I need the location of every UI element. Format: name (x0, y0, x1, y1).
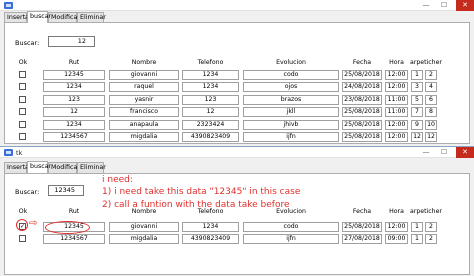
cell-telefono[interactable]: 2323424 (182, 119, 239, 130)
cell-fecha[interactable]: 27/08/2018 (342, 234, 382, 245)
cell-hora[interactable]: 09:00 (385, 234, 408, 245)
maximize-button[interactable]: ☐ (436, 147, 452, 158)
highlight-ellipse (45, 221, 90, 234)
tk-app-icon (4, 149, 13, 156)
checkbox-highlight-circle (16, 219, 28, 231)
cell-extra-1[interactable]: 9 (411, 119, 423, 130)
cell-rut[interactable]: 12345 (43, 70, 105, 80)
cell-rut[interactable]: 1234 (43, 82, 105, 93)
row-checkbox[interactable] (19, 95, 26, 103)
cell-evolucion[interactable]: brazos (243, 94, 339, 105)
annotation-step-2: 2) call a funtion with the data take bef… (102, 200, 290, 210)
cell-nombre[interactable]: anapaula (109, 119, 179, 130)
cell-hora[interactable]: 12:00 (385, 82, 408, 93)
cell-telefono[interactable]: 123 (182, 94, 239, 105)
window-title: tk (16, 149, 23, 157)
cell-evolucion[interactable]: jkll (243, 107, 339, 118)
cell-nombre[interactable]: migdalia (109, 132, 179, 142)
cell-fecha[interactable]: 25/08/2018 (342, 70, 382, 80)
cell-telefono[interactable]: 4390823409 (182, 234, 239, 245)
cell-rut[interactable]: 1234567 (43, 234, 105, 245)
search-panel: Buscar: 12 Ok Rut Nombre Telefono Evolucion F… (4, 22, 470, 144)
cell-evolucion[interactable]: ijfn (243, 132, 339, 142)
cell-extra-2[interactable]: 6 (425, 94, 437, 105)
cell-telefono[interactable]: 1234 (182, 82, 239, 93)
tab-eliminar[interactable]: Eliminar (77, 162, 106, 173)
cell-rut[interactable]: 12 (43, 107, 105, 118)
cell-nombre[interactable]: raquel (109, 82, 179, 93)
tab-buscar[interactable]: buscar (27, 11, 51, 23)
cell-evolucion[interactable]: codo (243, 70, 339, 80)
annotation-title: i need: (102, 175, 133, 185)
cell-nombre[interactable]: francisco (109, 107, 179, 118)
minimize-button[interactable]: — (418, 147, 434, 158)
cell-extra-1[interactable]: 1 (411, 222, 423, 232)
title-bar: — ☐ ✕ (0, 0, 474, 11)
cell-extra-2[interactable]: 2 (425, 70, 437, 80)
cell-nombre[interactable]: migdalia (109, 234, 179, 245)
cell-fecha[interactable]: 25/08/2018 (342, 132, 382, 142)
cell-extra-1[interactable]: 5 (411, 94, 423, 105)
cell-extra-1[interactable]: 1 (411, 234, 423, 245)
red-arrow-icon: ⇨ (29, 218, 38, 229)
maximize-button[interactable]: ☐ (436, 0, 452, 11)
tab-buscar[interactable]: buscar (27, 161, 51, 173)
cell-extra-1[interactable]: 1 (411, 70, 423, 80)
cell-hora[interactable]: 12:00 (385, 119, 408, 130)
row-checkbox[interactable] (19, 133, 26, 140)
tk-app-icon (4, 2, 13, 9)
cell-hora[interactable]: 12:00 (385, 222, 408, 232)
title-bar: tk — ☐ ✕ (0, 147, 474, 158)
cell-hora[interactable]: 12:00 (385, 70, 408, 80)
cell-hora[interactable]: 11:00 (385, 94, 408, 105)
row-checkbox[interactable] (19, 120, 26, 128)
cell-extra-2[interactable]: 4 (425, 82, 437, 93)
cell-extra-1[interactable]: 12 (411, 132, 423, 142)
tab-modificar[interactable]: Modificar (48, 162, 80, 173)
cell-hora[interactable]: 12:00 (385, 132, 408, 142)
cell-nombre[interactable]: giovanni (109, 70, 179, 80)
app-window-top: — ☐ ✕ Insertar buscar Modificar Eliminar… (0, 0, 474, 146)
cell-extra-2[interactable]: 2 (425, 222, 437, 232)
cell-telefono[interactable]: 1234 (182, 222, 239, 232)
cell-fecha[interactable]: 24/08/2018 (342, 82, 382, 93)
row-checkbox[interactable] (19, 235, 26, 243)
cell-extra-2[interactable]: 10 (425, 119, 437, 130)
cell-fecha[interactable]: 25/08/2018 (342, 107, 382, 118)
cell-extra-1[interactable]: 7 (411, 107, 423, 118)
row-checkbox[interactable] (19, 83, 26, 91)
cell-fecha[interactable]: 23/08/2018 (342, 94, 382, 105)
cell-telefono[interactable]: 4390823409 (182, 132, 239, 142)
cell-extra-1[interactable]: 3 (411, 82, 423, 93)
cell-nombre[interactable]: yasnir (109, 94, 179, 105)
cell-evolucion[interactable]: codo (243, 222, 339, 232)
close-button[interactable]: ✕ (456, 147, 474, 158)
cell-telefono[interactable]: 1234 (182, 70, 239, 80)
cell-extra-2[interactable]: 12 (425, 132, 437, 142)
cell-telefono[interactable]: 12 (182, 107, 239, 118)
cell-rut[interactable]: 123 (43, 94, 105, 105)
cell-evolucion[interactable]: ijfn (243, 234, 339, 245)
row-checkbox[interactable] (19, 108, 26, 116)
cell-evolucion[interactable]: ojos (243, 82, 339, 93)
cell-nombre[interactable]: giovanni (109, 222, 179, 232)
tab-insertar[interactable]: Insertar (4, 162, 32, 173)
cell-rut[interactable]: 1234567 (43, 132, 105, 142)
minimize-button[interactable]: — (418, 0, 434, 11)
row-checkbox[interactable] (19, 71, 26, 78)
cell-evolucion[interactable]: jhivb (243, 119, 339, 130)
cell-rut[interactable]: 1234 (43, 119, 105, 130)
app-window-bottom: tk — ☐ ✕ Insertar buscar Modificar Elimi… (0, 146, 474, 276)
cell-extra-2[interactable]: 8 (425, 107, 437, 118)
close-button[interactable]: ✕ (456, 0, 474, 11)
cell-fecha[interactable]: 25/08/2018 (342, 222, 382, 232)
annotation-step-1: 1) i need take this data "12345" in this… (102, 187, 301, 197)
cell-hora[interactable]: 11:00 (385, 107, 408, 118)
results-table: 12345 giovanni 1234 codo 25/08/2018 12:00 1 2 12… (5, 23, 471, 145)
cell-extra-2[interactable]: 2 (425, 234, 437, 245)
search-panel: Buscar: 12345 Ok Rut Nombre Telefono Evoluci… (4, 173, 470, 275)
cell-fecha[interactable]: 25/08/2018 (342, 119, 382, 130)
